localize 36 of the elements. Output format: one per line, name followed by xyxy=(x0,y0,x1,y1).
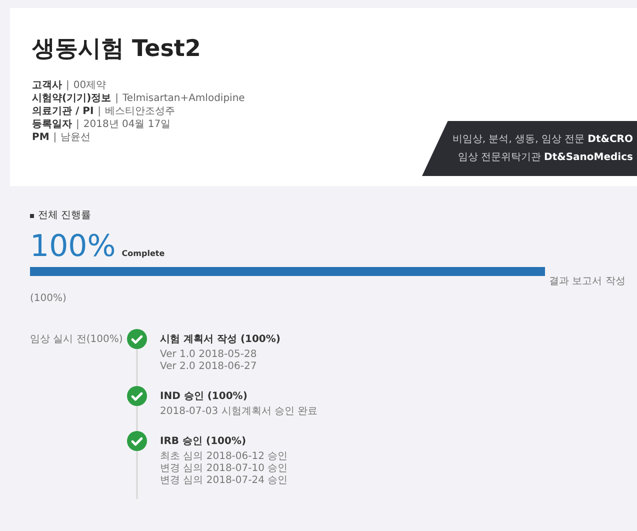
info-label: PM xyxy=(32,130,50,144)
separator: | xyxy=(115,92,119,104)
step-detail: 최초 심의 2018-06-12 승인 xyxy=(160,451,288,463)
step-detail: 변경 심의 2018-07-10 승인 xyxy=(160,463,288,475)
brand-name: Dt&SanoMedics xyxy=(544,151,633,165)
step-title: IND 승인 (100%) xyxy=(160,390,248,404)
info-label: 시험약(기기)정보 xyxy=(32,92,112,104)
info-value: 2018년 04월 17일 xyxy=(83,118,171,130)
info-value: 00제약 xyxy=(73,78,106,92)
info-label: 등록일자 xyxy=(32,118,72,130)
separator: | xyxy=(98,104,102,118)
info-label: 고객사 xyxy=(32,78,62,92)
progress-heading: 전체 진행률 xyxy=(38,209,92,223)
separator: | xyxy=(53,130,57,144)
phase-label: 임상 실시 전(100%) xyxy=(30,333,124,347)
info-value: Telmisartan+Amlodipine xyxy=(122,92,245,104)
info-value: 남윤선 xyxy=(60,130,91,144)
step-detail: Ver 2.0 2018-06-27 xyxy=(160,361,258,373)
bullet-icon xyxy=(30,214,34,218)
banner-text: 임상 전문위탁기관 xyxy=(458,151,542,165)
info-value: 베스티안조성주 xyxy=(105,104,176,118)
step-title: 시험 계획서 작성 (100%) xyxy=(160,333,280,347)
end-label: 결과 보고서 작성 xyxy=(549,275,626,289)
info-label: 의료기관 / PI xyxy=(32,104,94,118)
separator: | xyxy=(66,78,70,92)
step-detail: Ver 1.0 2018-05-28 xyxy=(160,349,258,361)
page-title: 생동시험 Test2 xyxy=(32,35,202,64)
progress-percent: 100% xyxy=(30,231,116,263)
progress-status: Complete xyxy=(122,248,165,260)
progress-sub: (100%) xyxy=(30,292,68,306)
brand-name: Dt&CRO xyxy=(588,133,633,147)
step-detail: 변경 심의 2018-07-24 승인 xyxy=(160,475,288,487)
step-detail: 2018-07-03 시험계획서 승인 완료 xyxy=(160,406,318,418)
banner-text: 비임상, 분석, 생동, 임상 전문 xyxy=(452,133,585,147)
separator: | xyxy=(76,118,80,130)
step-title: IRB 승인 (100%) xyxy=(160,435,248,449)
